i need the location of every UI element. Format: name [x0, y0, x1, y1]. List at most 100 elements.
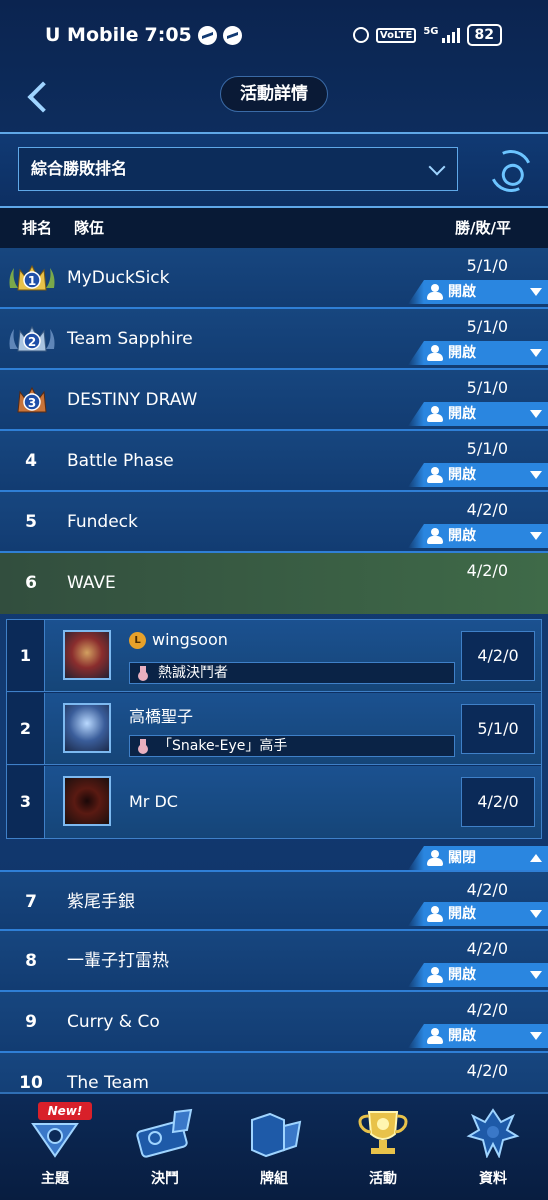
team-name: DESTINY DRAW — [67, 390, 198, 410]
member-row[interactable]: 1 Lwingsoon 熱誠決鬥者 4/2/0 — [7, 620, 541, 692]
team-row[interactable]: 7 紫尾手銀 4/2/0 開啟 — [0, 870, 548, 931]
nav-event[interactable]: 活動 — [328, 1094, 438, 1200]
expand-toggle[interactable]: 開啟 — [408, 280, 548, 304]
avatar — [63, 776, 111, 826]
refresh-icon[interactable] — [484, 144, 538, 198]
team-row[interactable]: 10 The Team 4/2/0 — [0, 1053, 548, 1092]
new-badge: New! — [38, 1102, 92, 1120]
member-rank: 3 — [7, 766, 45, 838]
member-title: 「Snake-Eye」高手 — [129, 735, 455, 757]
group-icon — [426, 345, 444, 361]
team-rank: 8 — [25, 951, 37, 971]
group-icon — [426, 284, 444, 300]
team-record: 5/1/0 — [466, 256, 508, 275]
team-name: Fundeck — [67, 512, 138, 532]
group-icon — [426, 906, 444, 922]
nav-duel[interactable]: 決鬥 — [110, 1094, 220, 1200]
team-record: 5/1/0 — [466, 439, 508, 458]
team-name: Battle Phase — [67, 451, 174, 471]
team-record: 5/1/0 — [466, 378, 508, 397]
group-icon — [426, 406, 444, 422]
clock-time: 7:05 — [144, 24, 192, 46]
nav-data[interactable]: 資料 — [438, 1094, 548, 1200]
nav-label: 活動 — [369, 1171, 397, 1187]
expand-toggle[interactable]: 開啟 — [408, 963, 548, 987]
toggle-label: 開啟 — [448, 967, 476, 983]
bronze-crown-rank-icon: 3 — [17, 386, 47, 413]
team-record: 5/1/0 — [466, 317, 508, 336]
triangle-up-icon — [530, 854, 542, 862]
team-rank: 7 — [25, 892, 37, 912]
volte-badge: VoLTE — [375, 27, 417, 43]
team-row[interactable]: 2 Team Sapphire 5/1/0 開啟 — [0, 309, 548, 370]
toggle-label: 關閉 — [448, 850, 476, 866]
back-arrow-icon[interactable] — [26, 76, 50, 116]
team-row[interactable]: 9 Curry & Co 4/2/0 開啟 — [0, 992, 548, 1053]
avatar — [63, 630, 111, 680]
expand-toggle[interactable]: 開啟 — [408, 1024, 548, 1048]
chevron-down-icon — [428, 158, 446, 176]
team-name: 紫尾手銀 — [67, 892, 135, 912]
nav-theme[interactable]: New! 主題 — [0, 1094, 110, 1200]
member-record: 4/2/0 — [461, 631, 535, 681]
collapse-bar: 關閉 — [0, 844, 548, 872]
col-rank: 排名 — [22, 219, 53, 237]
team-record: 4/2/0 — [466, 1000, 508, 1019]
group-icon — [426, 1028, 444, 1044]
member-rank: 1 — [7, 620, 45, 691]
team-ranking-list[interactable]: 1 MyDuckSick 5/1/0 開啟 2 Team Sapphire 5/… — [0, 248, 548, 1092]
team-rank: 9 — [25, 1012, 37, 1032]
toggle-label: 開啟 — [448, 406, 476, 422]
member-rank: 2 — [7, 693, 45, 764]
member-name: Mr DC — [129, 792, 178, 811]
network-type: 5G — [423, 25, 439, 37]
group-icon — [426, 850, 444, 866]
expand-toggle[interactable]: 開啟 — [408, 524, 548, 548]
toggle-label: 開啟 — [448, 906, 476, 922]
ranking-type-dropdown[interactable]: 綜合勝敗排名 — [18, 147, 458, 191]
team-name: Team Sapphire — [67, 329, 193, 349]
team-rank: 4 — [25, 451, 37, 471]
team-row-selected[interactable]: 6 WAVE 4/2/0 — [0, 553, 548, 614]
battery-indicator: 82 — [466, 24, 502, 46]
svg-text:3: 3 — [28, 396, 36, 410]
column-header: 排名 隊伍 勝/敗/平 — [0, 208, 548, 248]
triangle-down-icon — [530, 410, 542, 418]
expand-toggle[interactable]: 開啟 — [408, 341, 548, 365]
silver-crown-rank-icon: 2 — [9, 325, 55, 352]
team-row[interactable]: 5 Fundeck 4/2/0 開啟 — [0, 492, 548, 553]
member-row[interactable]: 2 高橋聖子 「Snake-Eye」高手 5/1/0 — [7, 693, 541, 765]
team-record: 4/2/0 — [466, 939, 508, 958]
app-root: U Mobile 7:05 VoLTE 5G 82 活動詳情 綜合勝敗排名 排名… — [0, 0, 548, 1200]
team-record: 4/2/0 — [466, 1061, 508, 1080]
expand-toggle[interactable]: 開啟 — [408, 402, 548, 426]
team-rank: 6 — [25, 573, 37, 593]
team-record: 4/2/0 — [466, 500, 508, 519]
triangle-down-icon — [530, 1032, 542, 1040]
nav-label: 牌組 — [260, 1171, 288, 1187]
collapse-toggle[interactable]: 關閉 — [408, 846, 548, 870]
team-row[interactable]: 8 一輩子打雷热 4/2/0 開啟 — [0, 931, 548, 992]
member-record: 4/2/0 — [461, 777, 535, 827]
triangle-down-icon — [530, 532, 542, 540]
nav-deck[interactable]: 牌組 — [219, 1094, 329, 1200]
member-title-text: 「Snake-Eye」高手 — [158, 738, 288, 754]
expand-toggle[interactable]: 開啟 — [408, 902, 548, 926]
triangle-down-icon — [530, 471, 542, 479]
member-row[interactable]: 3 Mr DC 4/2/0 — [7, 766, 541, 838]
member-name: 高橋聖子 — [129, 707, 194, 726]
expand-toggle[interactable]: 開啟 — [408, 463, 548, 487]
team-row[interactable]: 1 MyDuckSick 5/1/0 開啟 — [0, 248, 548, 309]
triangle-down-icon — [530, 971, 542, 979]
group-icon — [426, 467, 444, 483]
group-icon — [426, 528, 444, 544]
top-bar: 活動詳情 — [0, 70, 548, 126]
toggle-label: 開啟 — [448, 528, 476, 544]
deck-icon — [251, 1112, 302, 1158]
member-name: wingsoon — [152, 630, 228, 649]
medal-icon — [138, 739, 148, 754]
toggle-label: 開啟 — [448, 345, 476, 361]
team-row[interactable]: 4 Battle Phase 5/1/0 開啟 — [0, 431, 548, 492]
team-row[interactable]: 3 DESTINY DRAW 5/1/0 開啟 — [0, 370, 548, 431]
messenger-icon — [197, 25, 217, 45]
